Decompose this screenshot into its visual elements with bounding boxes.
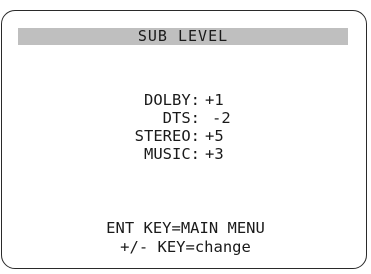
level-row-dolby[interactable]: DOLBY: +1 bbox=[0, 91, 224, 109]
level-row-music[interactable]: MUSIC: +3 bbox=[0, 145, 224, 163]
level-label-dts: DTS: bbox=[162, 109, 200, 127]
key-help-enter: ENT KEY=MAIN MENU bbox=[106, 219, 265, 237]
key-help-adjust: +/- KEY=change bbox=[120, 238, 251, 256]
level-value-dolby: +1 bbox=[205, 91, 224, 109]
level-row-stereo[interactable]: STEREO: +5 bbox=[0, 127, 224, 145]
level-label-dolby: DOLBY: bbox=[144, 91, 200, 109]
level-value-music: +3 bbox=[205, 145, 224, 163]
sub-level-list: DOLBY: +1 DTS: -2 STEREO: +5 MUSIC: +3 bbox=[0, 91, 231, 163]
level-label-music: MUSIC: bbox=[144, 145, 200, 163]
key-help: ENT KEY=MAIN MENU +/- KEY=change bbox=[0, 219, 371, 257]
menu-title: SUB LEVEL bbox=[18, 28, 348, 45]
level-value-dts: -2 bbox=[212, 109, 231, 127]
level-label-stereo: STEREO: bbox=[134, 127, 200, 145]
level-row-dts[interactable]: DTS: -2 bbox=[0, 109, 231, 127]
level-value-stereo: +5 bbox=[205, 127, 224, 145]
